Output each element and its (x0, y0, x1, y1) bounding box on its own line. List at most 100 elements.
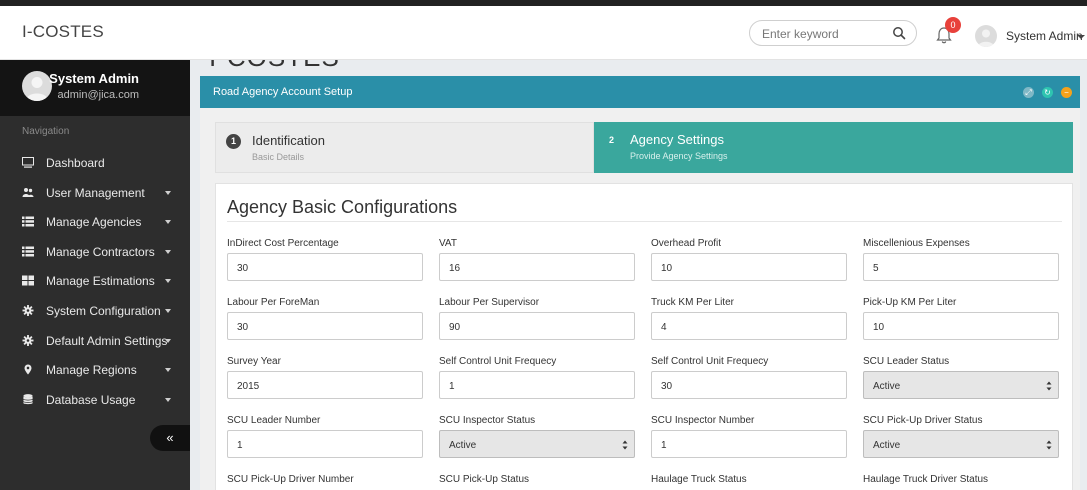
field-label: SCU Pick-Up Driver Status (863, 415, 983, 426)
expand-icon[interactable]: ⤢ (1023, 87, 1034, 98)
form-field: Overhead Profit 10 (651, 238, 847, 281)
chevron-down-icon[interactable] (1077, 35, 1085, 39)
user-silhouette-icon (26, 77, 48, 101)
sidebar-item-label: Manage Contractors (46, 244, 155, 259)
indirect-cost-input[interactable]: 30 (227, 253, 423, 281)
form-field: SCU Inspector Status Active (439, 415, 635, 458)
panel-title: Road Agency Account Setup (213, 86, 353, 98)
chevron-down-icon (165, 190, 171, 195)
scu-frequency-days-input[interactable]: 30 (651, 371, 847, 399)
main-content: I-COSTES Road Agency Account Setup ⤢ ↻ −… (190, 60, 1087, 490)
wizard-step-agency-settings[interactable]: 2 Agency Settings Provide Agency Setting… (594, 122, 1073, 173)
select-arrows-icon (1046, 440, 1052, 450)
form-field: Survey Year 2015 (227, 356, 423, 399)
avatar[interactable] (975, 25, 997, 47)
gear-icon (22, 334, 34, 346)
map-marker-icon (24, 364, 32, 375)
misc-expenses-input[interactable]: 5 (863, 253, 1059, 281)
user-silhouette-icon (978, 29, 994, 47)
sidebar-item-manage-contractors[interactable]: Manage Contractors (0, 237, 190, 267)
wizard-steps: 1 Identification Basic Details 2 Agency … (215, 122, 1073, 173)
chevron-down-icon (165, 279, 171, 284)
scu-inspector-status-select[interactable]: Active (439, 430, 635, 458)
scu-pickup-driver-status-select[interactable]: Active (863, 430, 1059, 458)
scu-frequency-input[interactable]: 1 (439, 371, 635, 399)
form-field: SCU Leader Status Active (863, 356, 1059, 399)
form-field: SCU Pick-Up Driver Status Active (863, 415, 1059, 458)
select-arrows-icon (622, 440, 628, 450)
select-value: Active (873, 440, 901, 451)
form-field: SCU Pick-Up Driver Number (227, 474, 423, 485)
sidebar-item-dashboard[interactable]: Dashboard (0, 148, 190, 178)
app-brand[interactable]: I-COSTES (22, 22, 104, 42)
pickup-km-per-liter-input[interactable]: 10 (863, 312, 1059, 340)
overhead-profit-input[interactable]: 10 (651, 253, 847, 281)
scu-leader-number-input[interactable]: 1 (227, 430, 423, 458)
sidebar-item-label: User Management (46, 185, 145, 200)
step-number: 1 (226, 134, 241, 149)
sidebar-item-default-admin-settings[interactable]: Default Admin Settings (0, 326, 190, 356)
form-field: SCU Pick-Up Status (439, 474, 635, 485)
users-icon (22, 187, 34, 197)
sidebar-item-user-management[interactable]: User Management (0, 178, 190, 208)
panel-body: 1 Identification Basic Details 2 Agency … (200, 108, 1080, 490)
user-menu-label[interactable]: System Admin (1006, 29, 1083, 43)
step-subtitle: Provide Agency Settings (630, 151, 728, 161)
field-label: SCU Inspector Number (651, 415, 755, 426)
field-label: SCU Inspector Status (439, 415, 536, 426)
labour-per-foreman-input[interactable]: 30 (227, 312, 423, 340)
profile-email: admin@jica.com (57, 89, 139, 101)
sidebar-item-label: Manage Agencies (46, 215, 142, 230)
form-field: SCU Leader Number 1 (227, 415, 423, 458)
database-icon (23, 393, 33, 404)
field-label: Survey Year (227, 356, 281, 367)
step-number: 2 (608, 135, 614, 145)
form-field: Haulage Truck Status (651, 474, 847, 485)
search-box[interactable] (749, 20, 917, 46)
sidebar-item-label: Manage Estimations (46, 274, 155, 289)
truck-km-per-liter-input[interactable]: 4 (651, 312, 847, 340)
account-setup-panel: Road Agency Account Setup ⤢ ↻ − 1 Identi… (200, 76, 1080, 490)
labour-per-supervisor-input[interactable]: 90 (439, 312, 635, 340)
form-field: Pick-Up KM Per Liter 10 (863, 297, 1059, 340)
scu-leader-status-select[interactable]: Active (863, 371, 1059, 399)
field-label: SCU Leader Status (863, 356, 950, 367)
sidebar-item-manage-agencies[interactable]: Manage Agencies (0, 207, 190, 237)
field-label: Labour Per ForeMan (227, 297, 320, 308)
sidebar-item-system-configuration[interactable]: System Configuration (0, 296, 190, 326)
minimize-icon[interactable]: − (1061, 87, 1072, 98)
form-field: Self Control Unit Frequecy 1 (439, 356, 635, 399)
refresh-icon[interactable]: ↻ (1042, 87, 1053, 98)
survey-year-input[interactable]: 2015 (227, 371, 423, 399)
sidebar-item-label: Database Usage (46, 392, 136, 407)
field-label: Truck KM Per Liter (651, 297, 734, 308)
field-label: SCU Leader Number (227, 415, 321, 426)
list-icon (22, 216, 34, 227)
select-value: Active (449, 440, 477, 451)
sidebar-item-label: System Configuration (46, 303, 161, 318)
sidebar: System Admin admin@jica.com Navigation D… (0, 60, 190, 490)
form-field: Labour Per ForeMan 30 (227, 297, 423, 340)
sidebar-item-manage-regions[interactable]: Manage Regions (0, 355, 190, 385)
vat-input[interactable]: 16 (439, 253, 635, 281)
sidebar-item-database-usage[interactable]: Database Usage (0, 385, 190, 415)
search-input[interactable] (762, 25, 882, 42)
sidebar-item-label: Manage Regions (46, 363, 137, 378)
field-label: Haulage Truck Driver Status (863, 474, 989, 485)
chevron-down-icon (165, 220, 171, 225)
scu-inspector-number-input[interactable]: 1 (651, 430, 847, 458)
search-icon[interactable] (892, 26, 906, 40)
top-bar: I-COSTES 0 System Admin (0, 0, 1087, 60)
sidebar-item-manage-estimations[interactable]: Manage Estimations (0, 266, 190, 296)
gear-icon (22, 304, 34, 316)
divider (227, 221, 1062, 222)
sidebar-collapse-button[interactable]: « (150, 425, 190, 451)
sidebar-profile: System Admin admin@jica.com (0, 60, 190, 116)
notification-badge[interactable]: 0 (945, 17, 961, 33)
field-label: Miscellenious Expenses (863, 238, 970, 249)
wizard-step-identification[interactable]: 1 Identification Basic Details (215, 122, 594, 173)
chevron-down-icon (165, 308, 171, 313)
form-field: Haulage Truck Driver Status (863, 474, 1059, 485)
field-label: Self Control Unit Frequecy (651, 356, 769, 367)
avatar (22, 71, 52, 101)
